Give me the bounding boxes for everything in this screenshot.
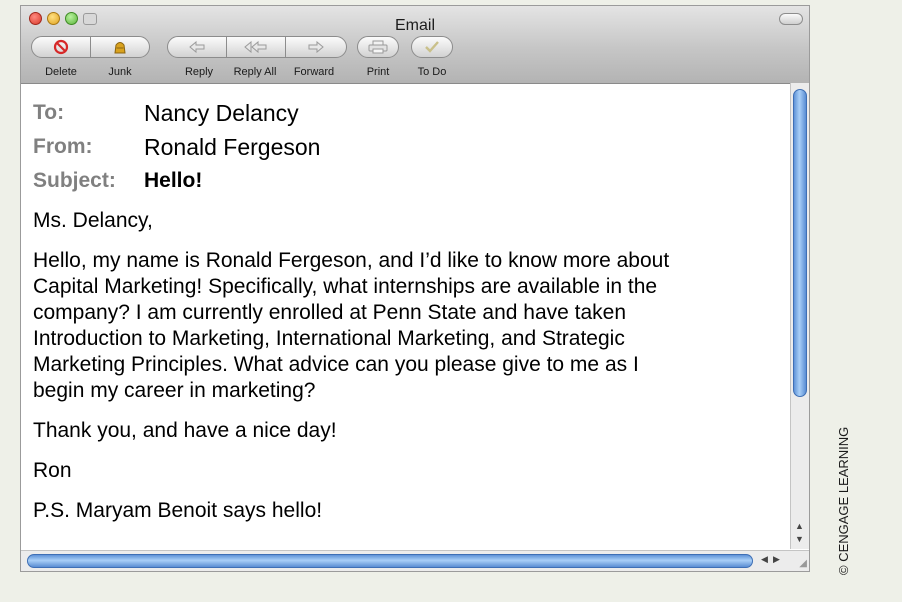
vertical-scrollbar[interactable]: ▲ ▼ [790,83,809,549]
body-line: begin my career in marketing? [33,379,316,402]
closing: Thank you, and have a nice day! [33,419,337,442]
to-value: Nancy Delancy [144,100,299,126]
subject-label: Subject: [33,169,116,192]
vertical-scroll-thumb[interactable] [793,89,807,397]
body-line: Marketing Principles. What advice can yo… [33,353,639,376]
scroll-up-arrow-icon[interactable]: ▲ [795,521,804,531]
body-line: company? I am currently enrolled at Penn… [33,301,627,324]
window-title: Email [394,17,435,34]
reply-all-arrow-icon [244,40,267,54]
forward-arrow-icon [308,40,324,54]
greeting: Ms. Delancy, [33,209,153,232]
postscript: P.S. Maryam Benoit says hello! [33,499,323,522]
horizontal-scrollbar[interactable]: ◀ ▶ ◢ [21,550,809,571]
to-label: To: [33,101,65,124]
reply-button[interactable] [167,36,227,58]
print-label: Print [366,66,390,78]
subject-value: Hello! [144,169,203,192]
todo-label: To Do [417,66,447,78]
body-line: Introduction to Marketing, International… [33,327,625,350]
scroll-left-arrow-icon[interactable]: ◀ [761,554,768,565]
forward-button[interactable] [285,36,347,58]
delete-icon [53,39,69,55]
reply-all-button[interactable] [226,36,286,58]
checkmark-icon [425,41,439,53]
delete-label: Delete [45,66,77,78]
junk-label: Junk [108,66,132,78]
body-line: Hello, my name is Ronald Fergeson, and I… [33,249,670,272]
delete-button[interactable] [31,36,91,58]
message-content: To: Nancy Delancy From: Ronald Fergeson … [33,98,785,524]
copyright-credit: © CENGAGE LEARNING [836,426,851,575]
resize-grip-icon[interactable]: ◢ [799,558,807,569]
signature: Ron [33,459,72,482]
printer-icon [368,40,388,54]
scroll-right-arrow-icon[interactable]: ▶ [773,554,780,565]
reply-all-label: Reply All [233,66,277,78]
scroll-down-arrow-icon[interactable]: ▼ [795,534,804,544]
from-row: From: Ronald Fergeson [33,132,785,166]
from-value: Ronald Fergeson [144,134,321,160]
body-line: Capital Marketing! Specifically, what in… [33,275,658,298]
print-button[interactable] [357,36,399,58]
todo-button[interactable] [411,36,453,58]
junk-bag-icon [114,42,126,54]
subject-row: Subject: Hello! [33,166,785,200]
reply-label: Reply [184,66,214,78]
forward-label: Forward [293,66,335,78]
body-paragraph: Hello, my name is Ronald Fergeson, and I… [33,248,785,404]
junk-button[interactable] [90,36,150,58]
from-label: From: [33,135,93,158]
to-row: To: Nancy Delancy [33,98,785,132]
email-window: Email Delete Junk Reply Reply All Forwar… [20,5,810,572]
toolbar-toggle-button[interactable] [779,13,803,25]
reply-arrow-icon [189,40,205,54]
title-bar: Email Delete Junk Reply Reply All Forwar… [21,6,809,84]
horizontal-scroll-thumb[interactable] [27,554,753,568]
